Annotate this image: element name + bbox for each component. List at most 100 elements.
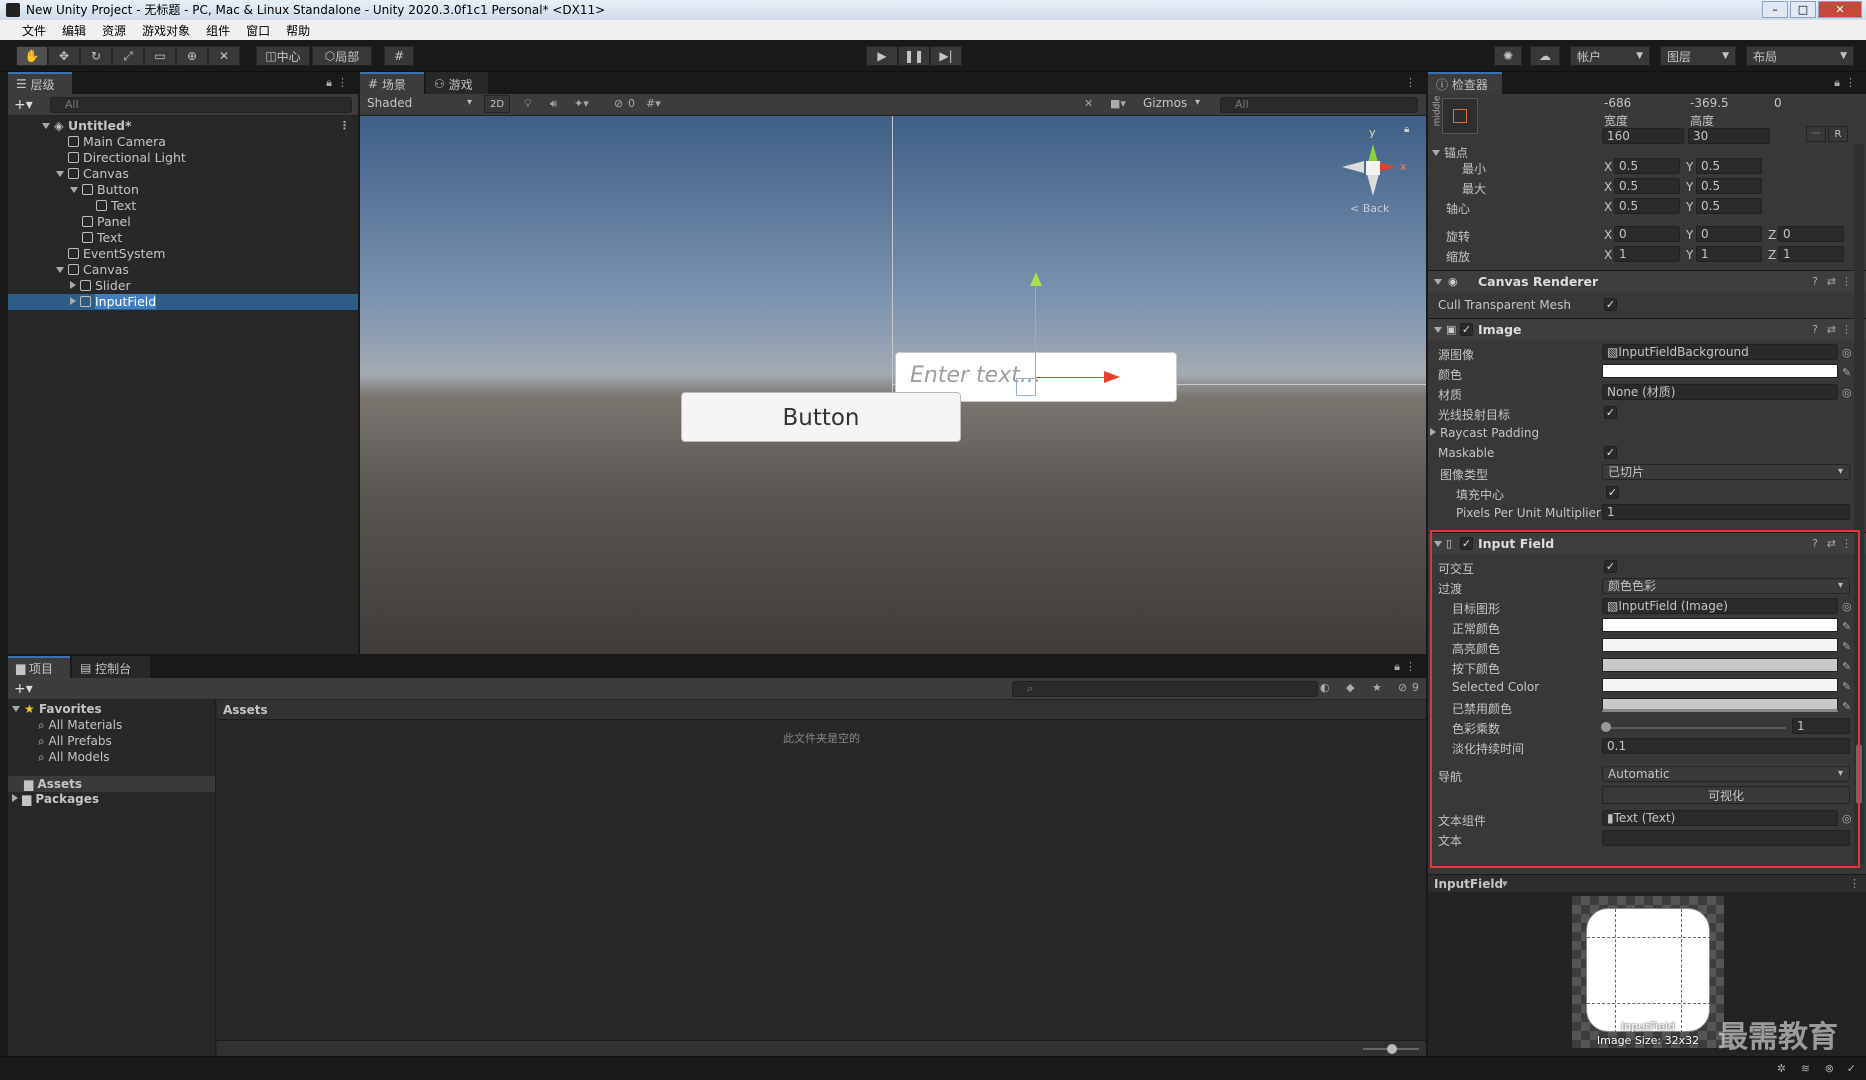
expand-arrow-icon[interactable] (1434, 541, 1442, 547)
anchor-min-x-field[interactable]: 0.5 (1614, 158, 1680, 174)
rotation-x-field[interactable]: 0 (1614, 226, 1680, 242)
fade-duration-field[interactable]: 0.1 (1602, 738, 1850, 754)
favorites-header[interactable]: ★ Favorites (12, 702, 102, 716)
blueprint-mode-icon[interactable]: ⋯ (1806, 126, 1826, 142)
pivot-x-field[interactable]: 0.5 (1614, 198, 1680, 214)
raw-edit-button[interactable]: R (1828, 126, 1848, 142)
tab-game[interactable]: ⚇ 游戏 (426, 72, 488, 94)
account-dropdown[interactable]: 帐户 ▼ (1570, 46, 1650, 66)
tree-item-button-text[interactable]: Text (8, 198, 358, 214)
collapse-arrow-icon[interactable] (1430, 428, 1436, 436)
scale-y-field[interactable]: 1 (1696, 246, 1762, 262)
rect-tool-icon[interactable]: ▭ (144, 46, 176, 66)
favorite-star-icon[interactable]: ★ (1372, 681, 1382, 694)
pressed-color-swatch[interactable] (1602, 658, 1838, 672)
help-icon[interactable]: ? (1812, 537, 1818, 550)
expand-arrow-icon[interactable] (12, 706, 20, 712)
raycast-target-checkbox[interactable]: ✓ (1604, 406, 1617, 419)
scene-button[interactable]: Button (681, 392, 961, 442)
expand-arrow-icon[interactable] (56, 267, 64, 273)
pivot-y-field[interactable]: 0.5 (1696, 198, 1762, 214)
scrollbar-thumb[interactable] (1856, 744, 1862, 804)
favorite-all-prefabs[interactable]: ⌕ All Prefabs (38, 734, 112, 749)
add-object-button[interactable]: +▾ (14, 97, 33, 113)
visualize-button[interactable]: 可视化 (1602, 786, 1850, 804)
interactable-checkbox[interactable]: ✓ (1604, 560, 1617, 573)
collapse-arrow-icon[interactable] (12, 794, 18, 802)
stack-icon[interactable]: ≋ (1801, 1062, 1810, 1075)
tab-project[interactable]: ▆ 项目 (8, 656, 70, 678)
grid-snap-icon[interactable]: # (384, 46, 414, 66)
move-handle-x[interactable] (1036, 377, 1106, 378)
collab-icon[interactable]: ✺ (1494, 46, 1522, 66)
scene-search-input[interactable]: All (1220, 97, 1418, 113)
collapse-arrow-icon[interactable] (70, 297, 76, 305)
maskable-checkbox[interactable]: ✓ (1604, 446, 1617, 459)
text-field[interactable] (1602, 830, 1850, 846)
anchor-min-y-field[interactable]: 0.5 (1696, 158, 1762, 174)
favorite-all-models[interactable]: ⌕ All Models (38, 750, 110, 765)
tab-inspector[interactable]: ⓘ 检查器 (1428, 72, 1502, 94)
scale-tool-icon[interactable]: ⤢ (112, 46, 144, 66)
assets-folder[interactable]: ▆ Assets (8, 776, 215, 792)
eyedropper-icon[interactable]: ✎ (1842, 366, 1851, 379)
move-tool-icon[interactable]: ✥ (48, 46, 80, 66)
more-menu-icon[interactable]: ⋮ (1845, 76, 1856, 89)
transition-dropdown[interactable]: 颜色色彩 (1602, 578, 1850, 594)
tree-item-text[interactable]: Text (8, 230, 358, 246)
navigation-dropdown[interactable]: Automatic (1602, 766, 1850, 782)
more-menu-icon[interactable]: ⋮ (1841, 537, 1852, 550)
play-button[interactable]: ▶ (866, 46, 898, 66)
tree-item-canvas-2[interactable]: Canvas (8, 262, 358, 278)
anchors-foldout[interactable]: 锚点 (1432, 144, 1468, 161)
zoom-slider-thumb[interactable] (1387, 1044, 1397, 1054)
width-field[interactable]: 160 (1602, 128, 1684, 144)
more-menu-icon[interactable]: ⋮ (1405, 660, 1416, 673)
height-field[interactable]: 30 (1688, 128, 1770, 144)
input-field-enabled-checkbox[interactable]: ✓ (1460, 537, 1473, 550)
menu-component[interactable]: 组件 (198, 22, 238, 39)
transform-tool-icon[interactable]: ⊕ (176, 46, 208, 66)
menu-file[interactable]: 文件 (14, 22, 54, 39)
lighting-icon[interactable]: 💡︎ (524, 97, 532, 111)
object-picker-icon[interactable]: ◎ (1842, 812, 1852, 825)
menu-window[interactable]: 窗口 (238, 22, 278, 39)
pos-y-value[interactable]: -369.5 (1690, 96, 1729, 110)
favorite-all-materials[interactable]: ⌕ All Materials (38, 718, 122, 733)
source-image-field[interactable]: ▧InputFieldBackground (1602, 344, 1838, 360)
color-multiplier-field[interactable]: 1 (1792, 718, 1850, 734)
effects-icon[interactable]: ✦▾ (574, 97, 589, 110)
create-asset-button[interactable]: +▾ (14, 681, 33, 697)
expand-arrow-icon[interactable] (1434, 279, 1442, 285)
preset-icon[interactable]: ⇄ (1827, 323, 1836, 336)
filter-type-icon[interactable]: ◐ (1320, 681, 1330, 694)
anchor-max-y-field[interactable]: 0.5 (1696, 178, 1762, 194)
normal-color-swatch[interactable] (1602, 618, 1838, 632)
audio-icon[interactable]: 🔊︎ (550, 97, 557, 111)
more-menu-icon[interactable]: ⋮ (339, 118, 350, 134)
maximize-button[interactable]: □ (1790, 1, 1816, 18)
move-arrow-y-icon[interactable] (1030, 272, 1042, 286)
lock-icon[interactable]: 🔒︎ (1394, 660, 1400, 674)
tree-item-canvas[interactable]: Canvas (8, 166, 358, 182)
preview-header[interactable]: InputField ▾ ⋮ (1428, 874, 1866, 892)
tab-console[interactable]: ▤ 控制台 (72, 656, 150, 678)
scene-viewport[interactable]: y x < Back 🔒︎ Enter text... Button (360, 116, 1426, 654)
shading-mode-dropdown[interactable]: Shaded (362, 96, 478, 112)
color-multiplier-slider-thumb[interactable] (1601, 722, 1611, 732)
object-picker-icon[interactable]: ◎ (1842, 346, 1852, 359)
tree-item-button[interactable]: Button (8, 182, 358, 198)
fill-center-checkbox[interactable]: ✓ (1606, 486, 1619, 499)
minimize-button[interactable]: – (1762, 1, 1788, 18)
tree-item-panel[interactable]: Panel (8, 214, 358, 230)
menu-help[interactable]: 帮助 (278, 22, 318, 39)
anchor-max-x-field[interactable]: 0.5 (1614, 178, 1680, 194)
image-component-header[interactable]: ▣ ✓ Image ? ⇄ ⋮ (1428, 318, 1866, 340)
preset-icon[interactable]: ⇄ (1827, 275, 1836, 288)
gizmos-dropdown[interactable]: Gizmos (1138, 96, 1206, 112)
object-picker-icon[interactable]: ◎ (1842, 600, 1852, 613)
rotation-z-field[interactable]: 0 (1778, 226, 1844, 242)
menu-assets[interactable]: 资源 (94, 22, 134, 39)
project-search-input[interactable]: ⌕ (1012, 681, 1318, 697)
hand-tool-icon[interactable]: ✋ (16, 46, 48, 66)
